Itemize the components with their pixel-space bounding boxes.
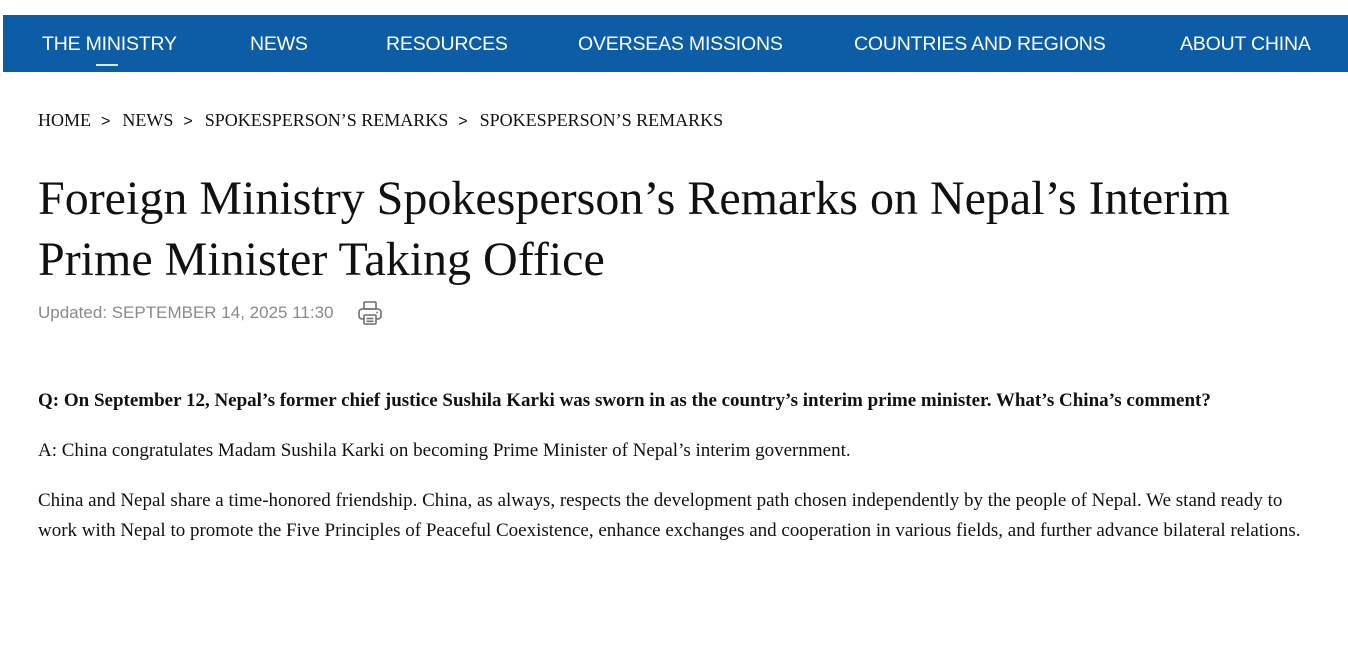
body-paragraph: China and Nepal share a time-honored fri… bbox=[38, 490, 1301, 541]
breadcrumb: HOME > NEWS > SPOKESPERSON’S REMARKS > SPOKESP… bbox=[38, 108, 723, 132]
question-paragraph: Q: On September 12, Nepal’s former chief… bbox=[38, 390, 1211, 411]
nav-item-countries-and-regions[interactable]: COUNTRIES AND REGIONS bbox=[854, 15, 1106, 72]
breadcrumb-spokespersons-remarks[interactable]: SPOKESPERSON’S REMARKS bbox=[205, 110, 449, 130]
breadcrumb-separator: > bbox=[183, 113, 193, 130]
breadcrumb-separator: > bbox=[458, 113, 468, 130]
answer-paragraph: A: China congratulates Madam Sushila Kar… bbox=[38, 440, 851, 461]
page-title: Foreign Ministry Spokesperson’s Remarks … bbox=[38, 172, 1230, 286]
breadcrumb-separator: > bbox=[101, 113, 111, 130]
nav-item-news[interactable]: NEWS bbox=[250, 15, 308, 72]
nav-item-resources[interactable]: RESOURCES bbox=[386, 15, 508, 72]
updated-timestamp: Updated: SEPTEMBER 14, 2025 11:30 bbox=[38, 303, 334, 322]
nav-active-indicator bbox=[96, 64, 118, 66]
printer-icon[interactable] bbox=[356, 299, 384, 327]
main-navigation: THE MINISTRY NEWS RESOURCES OVERSEAS MIS… bbox=[3, 15, 1348, 72]
nav-item-overseas-missions[interactable]: OVERSEAS MISSIONS bbox=[578, 15, 783, 72]
article-body: Q: On September 12, Nepal’s former chief… bbox=[38, 386, 1326, 566]
breadcrumb-home[interactable]: HOME bbox=[38, 110, 91, 130]
breadcrumb-news[interactable]: NEWS bbox=[122, 110, 173, 130]
nav-item-about-china[interactable]: ABOUT CHINA bbox=[1180, 15, 1311, 72]
breadcrumb-current-page[interactable]: SPOKESPERSON’S REMARKS bbox=[480, 110, 724, 130]
